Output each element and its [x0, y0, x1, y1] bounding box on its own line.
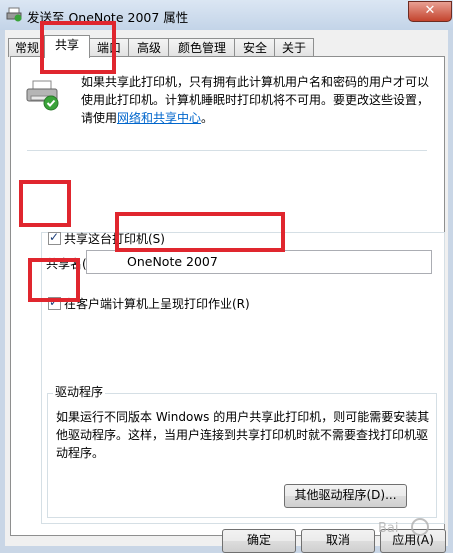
- watermark-logo: Bai: [378, 518, 429, 536]
- sharing-info-text: 如果共享此打印机，只有拥有此计算机用户名和密码的用户才可以使用此打印机。计算机睡…: [81, 75, 430, 125]
- network-sharing-center-link[interactable]: 网络和共享中心: [117, 111, 201, 125]
- cancel-button[interactable]: 取消: [301, 529, 375, 553]
- share-name-value: OneNote 2007: [127, 254, 218, 269]
- tab-color-management[interactable]: 颜色管理: [168, 38, 236, 57]
- highlight-box-share-checkbox: [19, 180, 71, 227]
- separator: [27, 150, 427, 151]
- share-name-input[interactable]: OneNote 2007: [86, 250, 432, 274]
- tab-security[interactable]: 安全: [234, 38, 276, 57]
- highlight-box-share-name: [115, 212, 285, 252]
- ok-button[interactable]: 确定: [222, 529, 296, 553]
- tab-advanced[interactable]: 高级: [128, 38, 170, 57]
- close-button[interactable]: ✕: [408, 1, 452, 22]
- printer-icon: [6, 7, 22, 22]
- share-printer-checkbox[interactable]: ✓: [48, 230, 61, 245]
- additional-drivers-button[interactable]: 其他驱动程序(D)...: [284, 484, 407, 508]
- shared-printer-icon: [26, 80, 59, 111]
- drivers-legend: 驱动程序: [53, 383, 106, 400]
- drivers-description: 如果运行不同版本 Windows 的用户共享此打印机，则可能需要安装其他驱动程序…: [56, 410, 430, 460]
- highlight-box-render-checkbox: [28, 258, 80, 302]
- svg-text:Bai: Bai: [378, 521, 399, 536]
- tab-about[interactable]: 关于: [274, 38, 314, 57]
- highlight-box-sharing-tab: [40, 21, 116, 74]
- render-jobs-label: 在客户端计算机上呈现打印作业(R): [64, 297, 250, 311]
